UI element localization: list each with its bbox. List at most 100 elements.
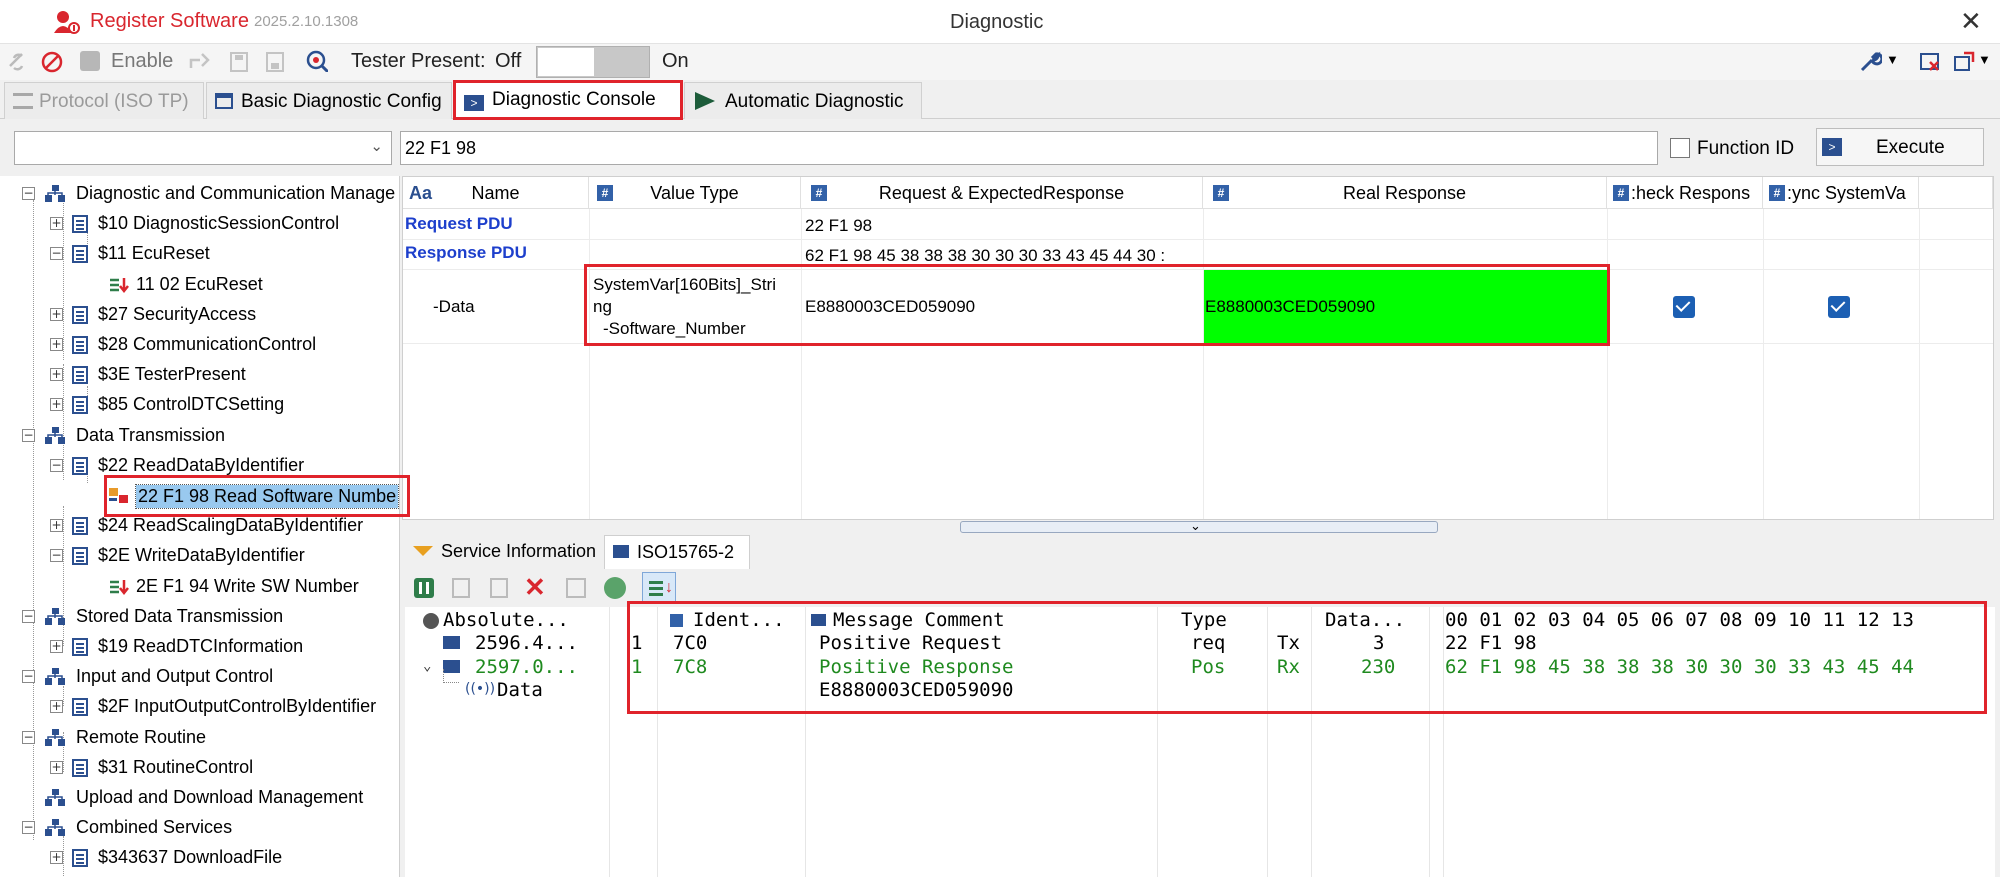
function-id-label: Function ID bbox=[1697, 138, 1795, 159]
tree-item[interactable]: $2F InputOutputControlByIdentifier bbox=[98, 696, 376, 717]
collapse-icon[interactable]: − bbox=[22, 609, 35, 623]
tree-item[interactable]: $11 EcuReset bbox=[98, 243, 210, 264]
trace-data-label[interactable]: Data bbox=[497, 679, 543, 701]
tree-item-selected[interactable]: 22 F1 98 Read Software Numbe bbox=[134, 484, 399, 509]
window-close-icon[interactable] bbox=[1918, 50, 1942, 74]
col-header-real[interactable]: # Real Response bbox=[1203, 177, 1607, 209]
tester-on-label: On bbox=[662, 50, 689, 72]
wrench-icon[interactable] bbox=[1858, 50, 1882, 74]
tree-item[interactable]: $22 ReadDataByIdentifier bbox=[98, 455, 304, 476]
save-icon[interactable] bbox=[228, 50, 252, 74]
tree-item[interactable]: $19 ReadDTCInformation bbox=[98, 636, 303, 657]
tab-basic-diagnostic-config[interactable]: Basic Diagnostic Config bbox=[206, 82, 452, 119]
collapse-icon[interactable]: − bbox=[22, 670, 35, 684]
tab-automatic-diagnostic[interactable]: Automatic Diagnostic bbox=[684, 82, 922, 119]
tree-item[interactable]: $28 CommunicationControl bbox=[98, 334, 316, 355]
data-row-label[interactable]: -Data bbox=[433, 297, 475, 317]
col-header-check[interactable]: # :heck Respons bbox=[1607, 177, 1763, 209]
command-input[interactable] bbox=[400, 131, 1658, 165]
collapse-icon[interactable]: − bbox=[22, 187, 35, 200]
service-select[interactable]: ⌄ bbox=[14, 131, 392, 165]
save-as-icon[interactable] bbox=[264, 50, 288, 74]
trace-col-ident[interactable]: Ident... bbox=[693, 609, 785, 631]
sync-system-var-checkbox[interactable] bbox=[1828, 296, 1850, 318]
tree-item[interactable]: Diagnostic and Communication Manage bbox=[76, 183, 395, 204]
tree-item[interactable]: $10 DiagnosticSessionControl bbox=[98, 213, 339, 234]
link-icon[interactable] bbox=[6, 50, 30, 74]
disconnect-icon[interactable] bbox=[40, 50, 64, 74]
data-expected-value[interactable]: E8880003CED059090 bbox=[805, 297, 975, 317]
tree-item[interactable]: Remote Routine bbox=[76, 727, 206, 748]
tab-diagnostic-console[interactable]: > Diagnostic Console bbox=[453, 80, 683, 120]
window-popout-icon[interactable] bbox=[1952, 50, 1976, 74]
expand-icon[interactable]: + bbox=[50, 398, 63, 412]
expand-icon[interactable]: + bbox=[50, 368, 63, 382]
tree-item[interactable]: $31 RoutineControl bbox=[98, 757, 253, 778]
col-header-sync[interactable]: # :ync SystemVa bbox=[1763, 177, 1919, 209]
check-response-checkbox[interactable] bbox=[1673, 296, 1695, 318]
expand-icon[interactable]: + bbox=[50, 760, 63, 774]
expand-icon[interactable]: + bbox=[50, 217, 63, 231]
tree-item[interactable]: Upload and Download Management bbox=[76, 787, 363, 808]
clear-icon[interactable]: ✕ bbox=[524, 572, 546, 603]
trace-col-data[interactable]: Data... bbox=[1325, 609, 1405, 631]
tree-item[interactable]: $343637 DownloadFile bbox=[98, 847, 282, 868]
tree-item[interactable]: $24 ReadScalingDataByIdentifier bbox=[98, 515, 363, 536]
expand-icon[interactable]: + bbox=[50, 851, 63, 865]
pause-icon[interactable] bbox=[414, 578, 434, 598]
chevron-down-icon[interactable]: ▼ bbox=[1886, 52, 1899, 67]
import-icon[interactable] bbox=[566, 578, 586, 598]
tree-item[interactable]: Data Transmission bbox=[76, 425, 225, 446]
clock-icon[interactable] bbox=[604, 577, 626, 599]
tab-protocol[interactable]: Protocol (ISO TP) bbox=[4, 82, 204, 119]
register-user-icon[interactable] bbox=[52, 9, 82, 35]
tree-item[interactable]: $85 ControlDTCSetting bbox=[98, 394, 284, 415]
collapse-icon[interactable]: − bbox=[50, 247, 63, 261]
tree-item[interactable]: Input and Output Control bbox=[76, 666, 273, 687]
trace-row2-time[interactable]: 2597.0... bbox=[475, 656, 578, 678]
tab-iso15765[interactable]: ISO15765-2 bbox=[604, 535, 750, 569]
function-id-checkbox[interactable] bbox=[1670, 138, 1690, 158]
collapse-icon[interactable]: − bbox=[22, 821, 35, 835]
chevron-down-icon-2[interactable]: ▼ bbox=[1978, 52, 1991, 67]
tree-item[interactable]: $3E TesterPresent bbox=[98, 364, 246, 385]
chevron-down-icon-row2[interactable]: ⌄ bbox=[423, 658, 431, 674]
collapse-icon[interactable]: − bbox=[50, 549, 63, 563]
col-header-value-type[interactable]: # Value Type bbox=[589, 177, 801, 209]
request-pdu-label[interactable]: Request PDU bbox=[405, 214, 513, 234]
request-pdu-value[interactable]: 22 F1 98 bbox=[805, 216, 872, 236]
collapse-icon[interactable]: − bbox=[22, 730, 35, 744]
tree-item[interactable]: 2E F1 94 Write SW Number bbox=[136, 576, 359, 597]
close-button[interactable]: ✕ bbox=[1960, 6, 1982, 37]
tree-item[interactable]: $27 SecurityAccess bbox=[98, 304, 256, 325]
copy-all-icon[interactable] bbox=[490, 578, 508, 598]
trace-row1-time[interactable]: 2596.4... bbox=[475, 632, 578, 654]
auto-scroll-button[interactable]: ↓ bbox=[642, 572, 676, 604]
col-header-request[interactable]: # Request & ExpectedResponse bbox=[801, 177, 1203, 209]
trace-col-type[interactable]: Type bbox=[1181, 609, 1227, 631]
expand-icon[interactable]: + bbox=[50, 338, 63, 351]
tree-item[interactable]: 11 02 EcuReset bbox=[136, 274, 263, 295]
collapse-icon[interactable]: − bbox=[22, 428, 35, 442]
enable-checkbox[interactable] bbox=[80, 51, 100, 71]
expand-icon[interactable]: + bbox=[50, 700, 63, 714]
tree-item[interactable]: Combined Services bbox=[76, 817, 232, 838]
expand-icon[interactable]: + bbox=[50, 307, 63, 321]
tester-search-icon[interactable] bbox=[304, 48, 328, 72]
register-software-link[interactable]: Register Software bbox=[90, 10, 249, 33]
request-response-icon bbox=[108, 275, 130, 301]
response-pdu-label[interactable]: Response PDU bbox=[405, 243, 527, 263]
col-header-name[interactable]: Aa Name bbox=[403, 177, 589, 209]
expand-icon[interactable]: + bbox=[50, 640, 63, 653]
trace-col-absolute[interactable]: Absolute... bbox=[443, 609, 569, 631]
export-icon[interactable] bbox=[188, 50, 212, 74]
response-pdu-value[interactable]: 62 F1 98 45 38 38 38 30 30 30 33 43 45 4… bbox=[805, 246, 1201, 266]
copy-icon[interactable] bbox=[452, 578, 470, 598]
expand-icon[interactable]: + bbox=[50, 519, 63, 533]
tab-service-information[interactable]: Service Information bbox=[405, 535, 601, 569]
tree-item[interactable]: Stored Data Transmission bbox=[76, 606, 283, 627]
trace-col-bytes[interactable]: 00 01 02 03 04 05 06 07 08 09 10 11 12 1… bbox=[1445, 609, 1914, 631]
tree-item[interactable]: $2E WriteDataByIdentifier bbox=[98, 545, 305, 566]
collapse-icon[interactable]: − bbox=[50, 458, 63, 472]
trace-col-message[interactable]: Message Comment bbox=[833, 609, 1005, 631]
